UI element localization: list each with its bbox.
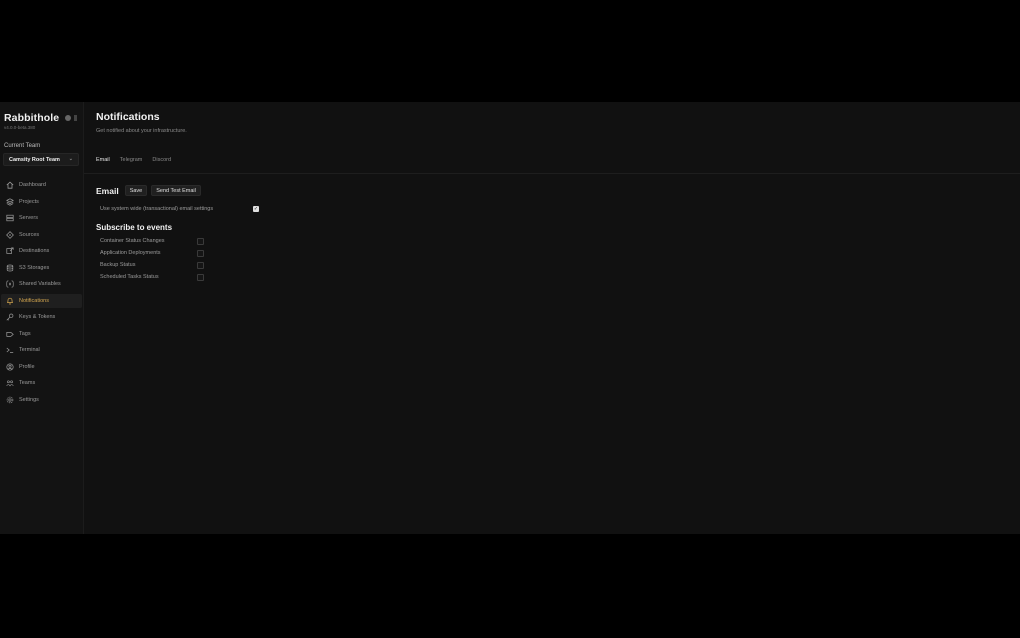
event-label: Container Status Changes xyxy=(100,238,165,244)
team-select-value: Camsity Root Team xyxy=(9,156,60,163)
event-label: Application Deployments xyxy=(100,250,161,256)
team-label: Current Team xyxy=(4,143,41,149)
email-section-title: Email xyxy=(96,185,119,196)
git-icon xyxy=(4,230,15,239)
sidebar-item-profile[interactable]: Profile xyxy=(1,360,82,375)
sidebar-item-tags[interactable]: Tags xyxy=(1,327,82,342)
sidebar-item-projects[interactable]: Projects xyxy=(1,195,82,210)
sidebar-item-label: Servers xyxy=(19,215,38,222)
version-label: v4.0.0-beta.380 xyxy=(4,125,36,130)
sidebar-item-label: Projects xyxy=(19,198,39,205)
destination-icon xyxy=(4,247,15,255)
event-label: Backup Status xyxy=(100,262,136,268)
event-label: Scheduled Tasks Status xyxy=(100,274,159,280)
event-row-backup-status: Backup Status xyxy=(100,262,210,270)
sidebar-item-servers[interactable]: Servers xyxy=(1,211,82,226)
sidebar-item-sources[interactable]: Sources xyxy=(1,228,82,243)
tag-icon xyxy=(4,330,15,338)
sidebar-item-label: Dashboard xyxy=(19,182,46,189)
page-title: Notifications xyxy=(96,111,160,123)
sidebar-item-label: Notifications xyxy=(19,297,49,304)
sidebar-item-label: Tags xyxy=(19,330,31,337)
search-icon[interactable] xyxy=(65,115,72,121)
storage-icon xyxy=(4,264,15,272)
team-select[interactable]: Camsity Root Team ⌄ xyxy=(3,153,79,166)
menu-dots-icon[interactable] xyxy=(74,115,78,121)
notification-tabs: Email Telegram Discord xyxy=(96,157,171,163)
event-row-application-deployments: Application Deployments xyxy=(100,250,210,258)
system-wide-email-setting: Use system wide (transactional) email se… xyxy=(100,206,259,212)
system-wide-email-label: Use system wide (transactional) email se… xyxy=(100,206,214,212)
system-wide-email-checkbox[interactable]: ✓ xyxy=(253,206,259,212)
main-content: Notifications Get notified about your in… xyxy=(84,102,1020,534)
sidebar-item-s3-storages[interactable]: S3 Storages xyxy=(1,261,82,276)
email-section-header: Email Save Send Test Email xyxy=(96,185,205,196)
bell-icon xyxy=(4,297,15,305)
variables-icon xyxy=(4,280,15,288)
sidebar-item-label: Settings xyxy=(19,396,39,403)
tab-email[interactable]: Email xyxy=(96,157,110,163)
sidebar-item-label: Shared Variables xyxy=(19,281,61,288)
send-test-email-button[interactable]: Send Test Email xyxy=(151,185,201,196)
sidebar-item-label: Keys & Tokens xyxy=(19,314,56,321)
sidebar-item-label: Profile xyxy=(19,363,35,370)
gear-icon xyxy=(4,396,15,404)
save-button[interactable]: Save xyxy=(124,185,148,196)
server-icon xyxy=(4,214,15,222)
event-row-container-status: Container Status Changes xyxy=(100,238,210,246)
key-icon xyxy=(4,313,15,321)
sidebar-item-label: S3 Storages xyxy=(19,264,50,271)
sidebar: Rabbithole v4.0.0-beta.380 Current Team … xyxy=(0,102,84,534)
brand: Rabbithole xyxy=(4,112,78,124)
tab-discord[interactable]: Discord xyxy=(152,157,171,163)
home-icon xyxy=(4,181,15,189)
sidebar-item-label: Teams xyxy=(19,380,36,387)
backup-status-checkbox[interactable] xyxy=(197,262,204,269)
sidebar-item-notifications[interactable]: Notifications xyxy=(1,293,82,308)
app-window: Rabbithole v4.0.0-beta.380 Current Team … xyxy=(0,102,1020,534)
sidebar-item-dashboard[interactable]: Dashboard xyxy=(1,178,82,193)
subscribe-events-title: Subscribe to events xyxy=(96,223,173,232)
sidebar-item-terminal[interactable]: Terminal xyxy=(1,343,82,358)
sidebar-item-label: Destinations xyxy=(19,248,50,255)
page-subtitle: Get notified about your infrastructure. xyxy=(96,128,187,134)
sidebar-item-teams[interactable]: Teams xyxy=(1,376,82,391)
sidebar-item-label: Terminal xyxy=(19,347,40,354)
sidebar-nav: Dashboard Projects Servers Sources Desti… xyxy=(1,178,82,409)
application-deployments-checkbox[interactable] xyxy=(197,250,204,257)
tab-telegram[interactable]: Telegram xyxy=(120,157,143,163)
teams-icon xyxy=(4,379,15,387)
profile-icon xyxy=(4,363,15,371)
projects-icon xyxy=(4,198,15,206)
sidebar-item-keys-tokens[interactable]: Keys & Tokens xyxy=(1,310,82,325)
chevron-down-icon: ⌄ xyxy=(68,156,73,162)
sidebar-item-settings[interactable]: Settings xyxy=(1,393,82,408)
tabs-divider xyxy=(84,173,1020,174)
sidebar-item-label: Sources xyxy=(19,231,40,238)
scheduled-tasks-checkbox[interactable] xyxy=(197,274,204,281)
container-status-checkbox[interactable] xyxy=(197,238,204,245)
sidebar-item-destinations[interactable]: Destinations xyxy=(1,244,82,259)
sidebar-item-shared-variables[interactable]: Shared Variables xyxy=(1,277,82,292)
event-row-scheduled-tasks: Scheduled Tasks Status xyxy=(100,274,210,282)
terminal-icon xyxy=(4,346,15,354)
brand-name[interactable]: Rabbithole xyxy=(4,112,59,124)
